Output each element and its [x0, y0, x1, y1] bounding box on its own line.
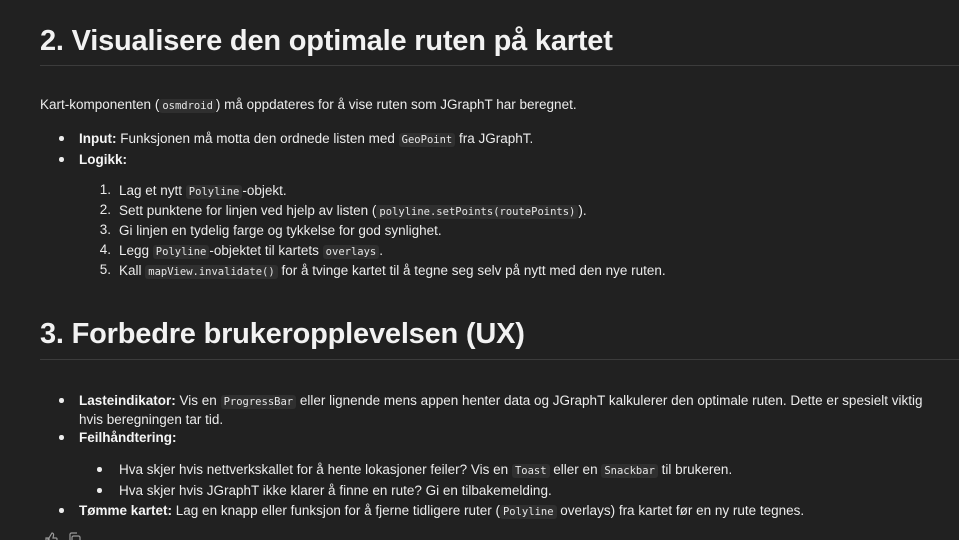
- divider: [40, 359, 959, 360]
- error-item: Feilhåndtering:: [79, 430, 177, 445]
- inline-code: ProgressBar: [220, 395, 297, 409]
- inline-code: Polyline: [499, 505, 557, 519]
- step-number: 5.: [99, 262, 111, 277]
- inline-code: osmdroid: [159, 99, 216, 113]
- inline-code: mapView.invalidate(): [145, 265, 278, 279]
- step-number: 2.: [99, 202, 111, 217]
- bullet-dot: [59, 398, 64, 403]
- clear-item: Tømme kartet: Lag en knapp eller funksjo…: [79, 503, 805, 519]
- bullet-dot: [59, 136, 64, 141]
- divider: [40, 65, 959, 66]
- step-number: 3.: [99, 222, 111, 237]
- error-subitem: Hva skjer hvis JGraphT ikke klarer å fin…: [119, 483, 552, 498]
- step-item: Kall mapView.invalidate() for å tvinge k…: [119, 263, 666, 279]
- loading-item: Lasteindikator: Vis en ProgressBar eller…: [79, 393, 923, 427]
- sub-bullet-dot: [97, 467, 102, 472]
- step-item: Sett punktene for linjen ved hjelp av li…: [119, 203, 587, 219]
- section-3-heading: 3. Forbedre brukeropplevelsen (UX): [40, 318, 525, 350]
- inline-code: overlays: [322, 245, 380, 259]
- copy-icon[interactable]: [68, 532, 82, 540]
- bullet-dot: [59, 435, 64, 440]
- inline-code: Polyline: [185, 185, 243, 199]
- inline-code: Snackbar: [601, 464, 658, 478]
- thumbs-up-icon[interactable]: [44, 532, 58, 540]
- error-subitem: Hva skjer hvis nettverkskallet for å hen…: [119, 462, 733, 478]
- section-2-heading: 2. Visualisere den optimale ruten på kar…: [40, 25, 613, 57]
- inline-code: Polyline: [152, 245, 210, 259]
- inline-code: Toast: [511, 464, 550, 478]
- step-item: Legg Polyline -objektet til kartets overl…: [119, 243, 384, 259]
- logic-item: Logikk:: [79, 152, 128, 167]
- inline-code: polyline.setPoints(routePoints): [376, 205, 579, 219]
- section-2-intro: Kart-komponenten (osmdroid) må oppdatere…: [40, 97, 577, 113]
- step-item: Gi linjen en tydelig farge og tykkelse f…: [119, 223, 442, 238]
- step-number: 1.: [99, 182, 111, 197]
- bullet-dot: [59, 508, 64, 513]
- bullet-dot: [59, 157, 64, 162]
- message-actions: [44, 532, 82, 540]
- chat-document: 2. Visualisere den optimale ruten på kar…: [0, 0, 959, 540]
- inline-code: GeoPoint: [398, 133, 456, 147]
- step-number: 4.: [99, 242, 111, 257]
- step-item: Lag et nytt Polyline -objekt.: [119, 183, 287, 199]
- sub-bullet-dot: [97, 488, 102, 493]
- input-item: Input: Funksjonen må motta den ordnede l…: [79, 131, 534, 147]
